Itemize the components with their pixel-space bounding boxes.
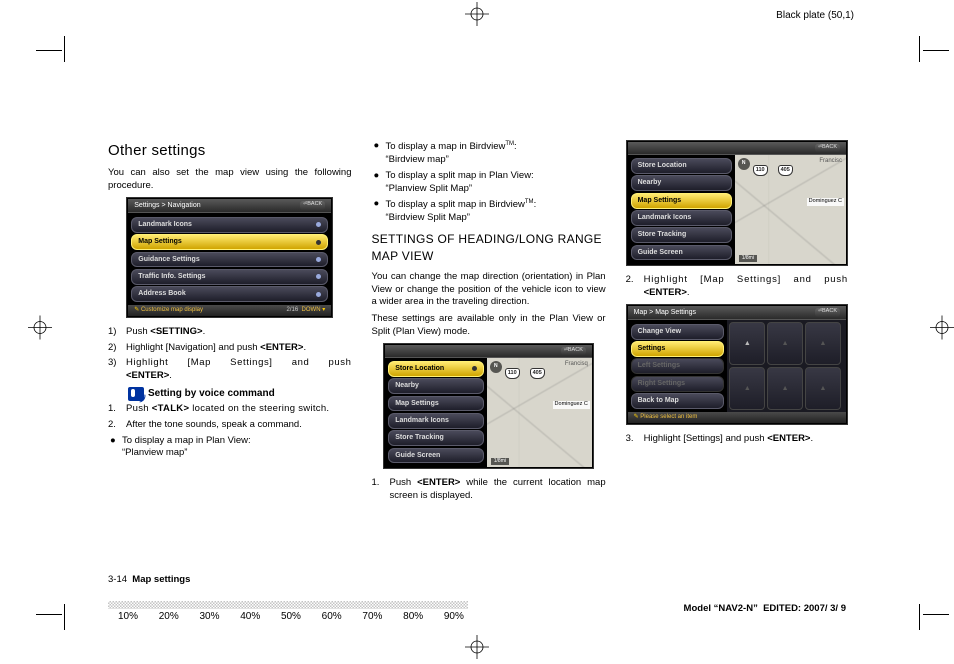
menu-list: Store Location Nearby Map Settings Landm…	[385, 358, 487, 467]
back-button: ⏎BACK	[815, 308, 840, 318]
view-preview-grid: ▲ ▲ ▲ ▲ ▲ ▲	[727, 320, 846, 412]
nav-screenshot-map-popup: ⏎BACK Store Location Nearby Map Settings…	[383, 343, 594, 469]
registration-target	[930, 316, 954, 345]
route-shields: 110 405	[753, 165, 793, 177]
column-3: ⏎BACK Store Location Nearby Map Settings…	[626, 140, 848, 540]
menu-list: Store Location Nearby Map Settings Landm…	[628, 155, 735, 264]
arrow-icon: ▲	[729, 322, 765, 365]
voice-procedure-list: 1.Push <TALK> located on the steering sw…	[108, 403, 351, 432]
heading-settings-of-heading: SETTINGS OF HEADING/LONG RANGE MAP VIEW	[371, 231, 605, 265]
nav-screenshot-settings-navigation: Settings > Navigation ⏎BACK Landmark Ico…	[126, 197, 333, 318]
map-preview: N Francisc 110 405 Dominguez C 1/8mi	[735, 155, 846, 264]
model-edited-footer: Model “NAV2-N” EDITED: 2007/ 3/ 9	[684, 603, 846, 614]
route-shields: 110 405	[505, 368, 545, 380]
pager: 2/16	[287, 307, 299, 313]
map-city-label: Francisc	[819, 157, 842, 165]
paragraph: These settings are available only in the…	[371, 313, 605, 339]
arrow-icon: ▲	[767, 322, 803, 365]
map-city-label: Francisq	[565, 360, 588, 368]
menu-item: Guide Screen	[631, 245, 732, 261]
back-button: ⏎BACK	[300, 201, 325, 211]
page-footer: 3-14 Map settings	[108, 574, 190, 585]
back-button: ⏎BACK	[815, 144, 840, 152]
menu-item: Guide Screen	[388, 448, 484, 464]
map-scale: 1/8mi	[491, 458, 509, 465]
column-1: Other settings You can also set the map …	[108, 140, 351, 540]
menu-list: Change View Settings Left Settings Right…	[628, 320, 728, 412]
registration-target	[28, 316, 52, 345]
plate-label: Black plate (50,1)	[776, 10, 854, 21]
compass-icon: N	[738, 158, 750, 170]
map-dest-label: Dominguez C	[553, 401, 590, 409]
nav-screenshot-map-settings-highlight: ⏎BACK Store Location Nearby Map Settings…	[626, 140, 848, 266]
compass-icon: N	[490, 361, 502, 373]
menu-item-highlighted: Map Settings	[131, 234, 328, 250]
menu-item: Landmark Icons	[631, 210, 732, 226]
menu-item: Landmark Icons	[388, 413, 484, 429]
voice-command-heading: Setting by voice command	[128, 387, 351, 401]
menu-item: Guidance Settings	[131, 252, 328, 268]
procedure-list: 1.Push <ENTER> while the current locatio…	[371, 477, 605, 503]
menu-item: Traffic Info. Settings	[131, 269, 328, 285]
voice-commands-bullets-continued: ●To display a map in BirdviewTM:“Birdvie…	[371, 140, 605, 225]
procedure-list: 3.Highlight [Settings] and push <ENTER>.	[626, 433, 848, 446]
menu-item: Store Tracking	[631, 227, 732, 243]
crop-mark	[919, 604, 920, 630]
breadcrumb: Map > Map Settings	[634, 308, 696, 318]
menu-item: Map Settings	[388, 396, 484, 412]
manual-page: Black plate (50,1) Other settings You ca…	[0, 0, 954, 660]
map-preview: N Francisq 110 405 Dominguez C 1/8mi	[487, 358, 592, 467]
menu-item: Store Location	[631, 158, 732, 174]
menu-item-highlighted: Map Settings	[631, 193, 732, 209]
procedure-list: 1)Push <SETTING>. 2)Highlight [Navigatio…	[108, 326, 351, 383]
arrow-icon: ▲	[805, 322, 841, 365]
down-label: DOWN	[302, 307, 321, 313]
menu-item: Nearby	[631, 175, 732, 191]
map-dest-label: Dominguez C	[807, 198, 844, 206]
density-calibration-bar: 10% 20% 30% 40% 50% 60% 70% 80% 90%	[108, 601, 468, 622]
menu-item-disabled: Left Settings	[631, 358, 725, 374]
crop-mark	[64, 36, 65, 62]
menu-item-highlighted: Store Location	[388, 361, 484, 377]
column-2: ●To display a map in BirdviewTM:“Birdvie…	[371, 140, 605, 540]
arrow-icon: ▲	[767, 367, 803, 410]
menu-item: Landmark Icons	[131, 217, 328, 233]
registration-target	[465, 2, 489, 31]
paragraph: You can change the map direction (orient…	[371, 271, 605, 309]
heading-other-settings: Other settings	[108, 140, 351, 161]
voice-icon	[128, 387, 144, 401]
footer-hint: Customize map display	[141, 307, 203, 313]
menu-item: Store Tracking	[388, 430, 484, 446]
back-button: ⏎BACK	[561, 347, 586, 355]
menu-item-highlighted: Settings	[631, 341, 725, 357]
footer-hint: Please select an item	[640, 414, 697, 420]
arrow-icon: ▲	[729, 367, 765, 410]
menu-item-disabled: Right Settings	[631, 376, 725, 392]
crop-mark	[919, 36, 920, 62]
procedure-list: 2.Highlight [Map Settings] and push <ENT…	[626, 274, 848, 300]
map-scale: 1/8mi	[739, 255, 757, 262]
crop-mark	[64, 604, 65, 630]
density-labels: 10% 20% 30% 40% 50% 60% 70% 80% 90%	[108, 609, 468, 622]
menu-item: Change View	[631, 324, 725, 340]
voice-commands-bullets: ●To display a map in Plan View:“Planview…	[108, 435, 351, 461]
arrow-icon: ▲	[805, 367, 841, 410]
intro-paragraph: You can also set the map view using the …	[108, 167, 351, 193]
menu-item: Address Book	[131, 286, 328, 302]
menu-item: Back to Map	[631, 393, 725, 409]
menu-item: Nearby	[388, 378, 484, 394]
content-area: Other settings You can also set the map …	[108, 140, 848, 540]
menu-list: Landmark Icons Map Settings Guidance Set…	[128, 213, 331, 305]
nav-screenshot-map-map-settings: Map > Map Settings ⏎BACK Change View Set…	[626, 304, 848, 425]
breadcrumb: Settings > Navigation	[134, 201, 200, 211]
